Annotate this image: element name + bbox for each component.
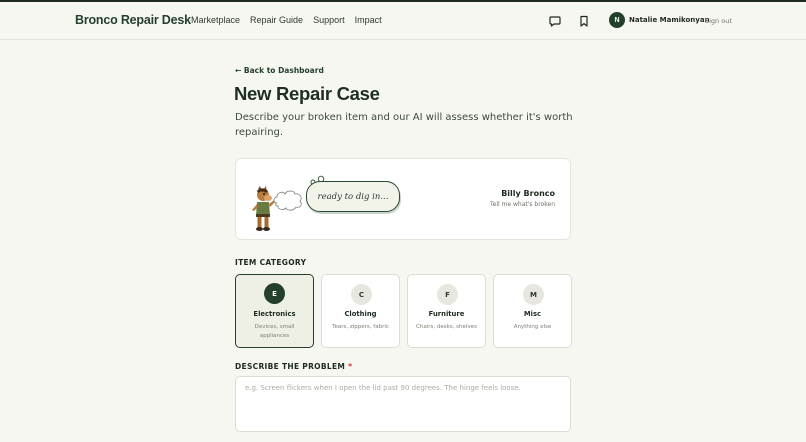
category-name: Furniture [428,310,465,318]
category-card-misc[interactable]: M Misc Anything else [493,274,572,348]
category-badge: C [351,284,372,305]
category-card-furniture[interactable]: F Furniture Chairs, desks, shelves [407,274,486,348]
user-avatar[interactable]: N [609,12,625,28]
category-name: Misc [523,310,542,318]
thought-cloud-icon [273,190,302,211]
mascot-speech-bubble: ready to dig in... [306,181,400,212]
nav-link-repair-guide[interactable]: Repair Guide [250,15,303,25]
category-card-electronics[interactable]: E Electronics Devices, small appliances [235,274,314,348]
mascot-tagline: Tell me what's broken [489,201,555,208]
brand-logo[interactable]: Bronco Repair Desk [75,13,191,27]
category-badge: F [437,284,458,305]
category-description: Tears, zippers, fabric [332,324,389,330]
page-title: New Repair Case [234,83,380,104]
mascot-name: Billy Bronco [501,189,555,198]
category-description: Devices, small appliances [254,324,295,339]
item-category-label: ITEM CATEGORY [235,258,307,267]
problem-description-input[interactable] [235,376,571,432]
sign-out-link[interactable]: Sign out [705,17,732,25]
category-description: Chairs, desks, shelves [416,324,477,330]
page-subtitle: Describe your broken item and our AI wil… [235,112,573,138]
back-to-dashboard-link[interactable]: ← Back to Dashboard [235,66,324,75]
category-badge: E [264,283,285,304]
top-navbar: Bronco Repair Desk Marketplace Repair Gu… [0,2,806,40]
nav-link-support[interactable]: Support [313,15,345,25]
main-nav: Marketplace Repair Guide Support Impact [191,15,382,25]
mascot-card: ready to dig in... Billy Bronco Tell me … [235,158,571,240]
nav-link-marketplace[interactable]: Marketplace [191,15,240,25]
chat-icon[interactable] [548,14,562,28]
required-asterisk: * [348,362,353,371]
nav-link-impact[interactable]: Impact [355,15,382,25]
category-card-clothing[interactable]: C Clothing Tears, zippers, fabric [321,274,400,348]
user-name[interactable]: Natalie Mamikonyan [629,16,710,24]
describe-problem-label: DESCRIBE THE PROBLEM * [235,362,352,371]
describe-problem-label-text: DESCRIBE THE PROBLEM [235,362,346,371]
category-name: Clothing [344,310,377,318]
category-description: Anything else [513,324,552,330]
category-name: Electronics [253,310,296,318]
bookmark-icon[interactable] [577,14,591,28]
category-badge: M [523,284,544,305]
